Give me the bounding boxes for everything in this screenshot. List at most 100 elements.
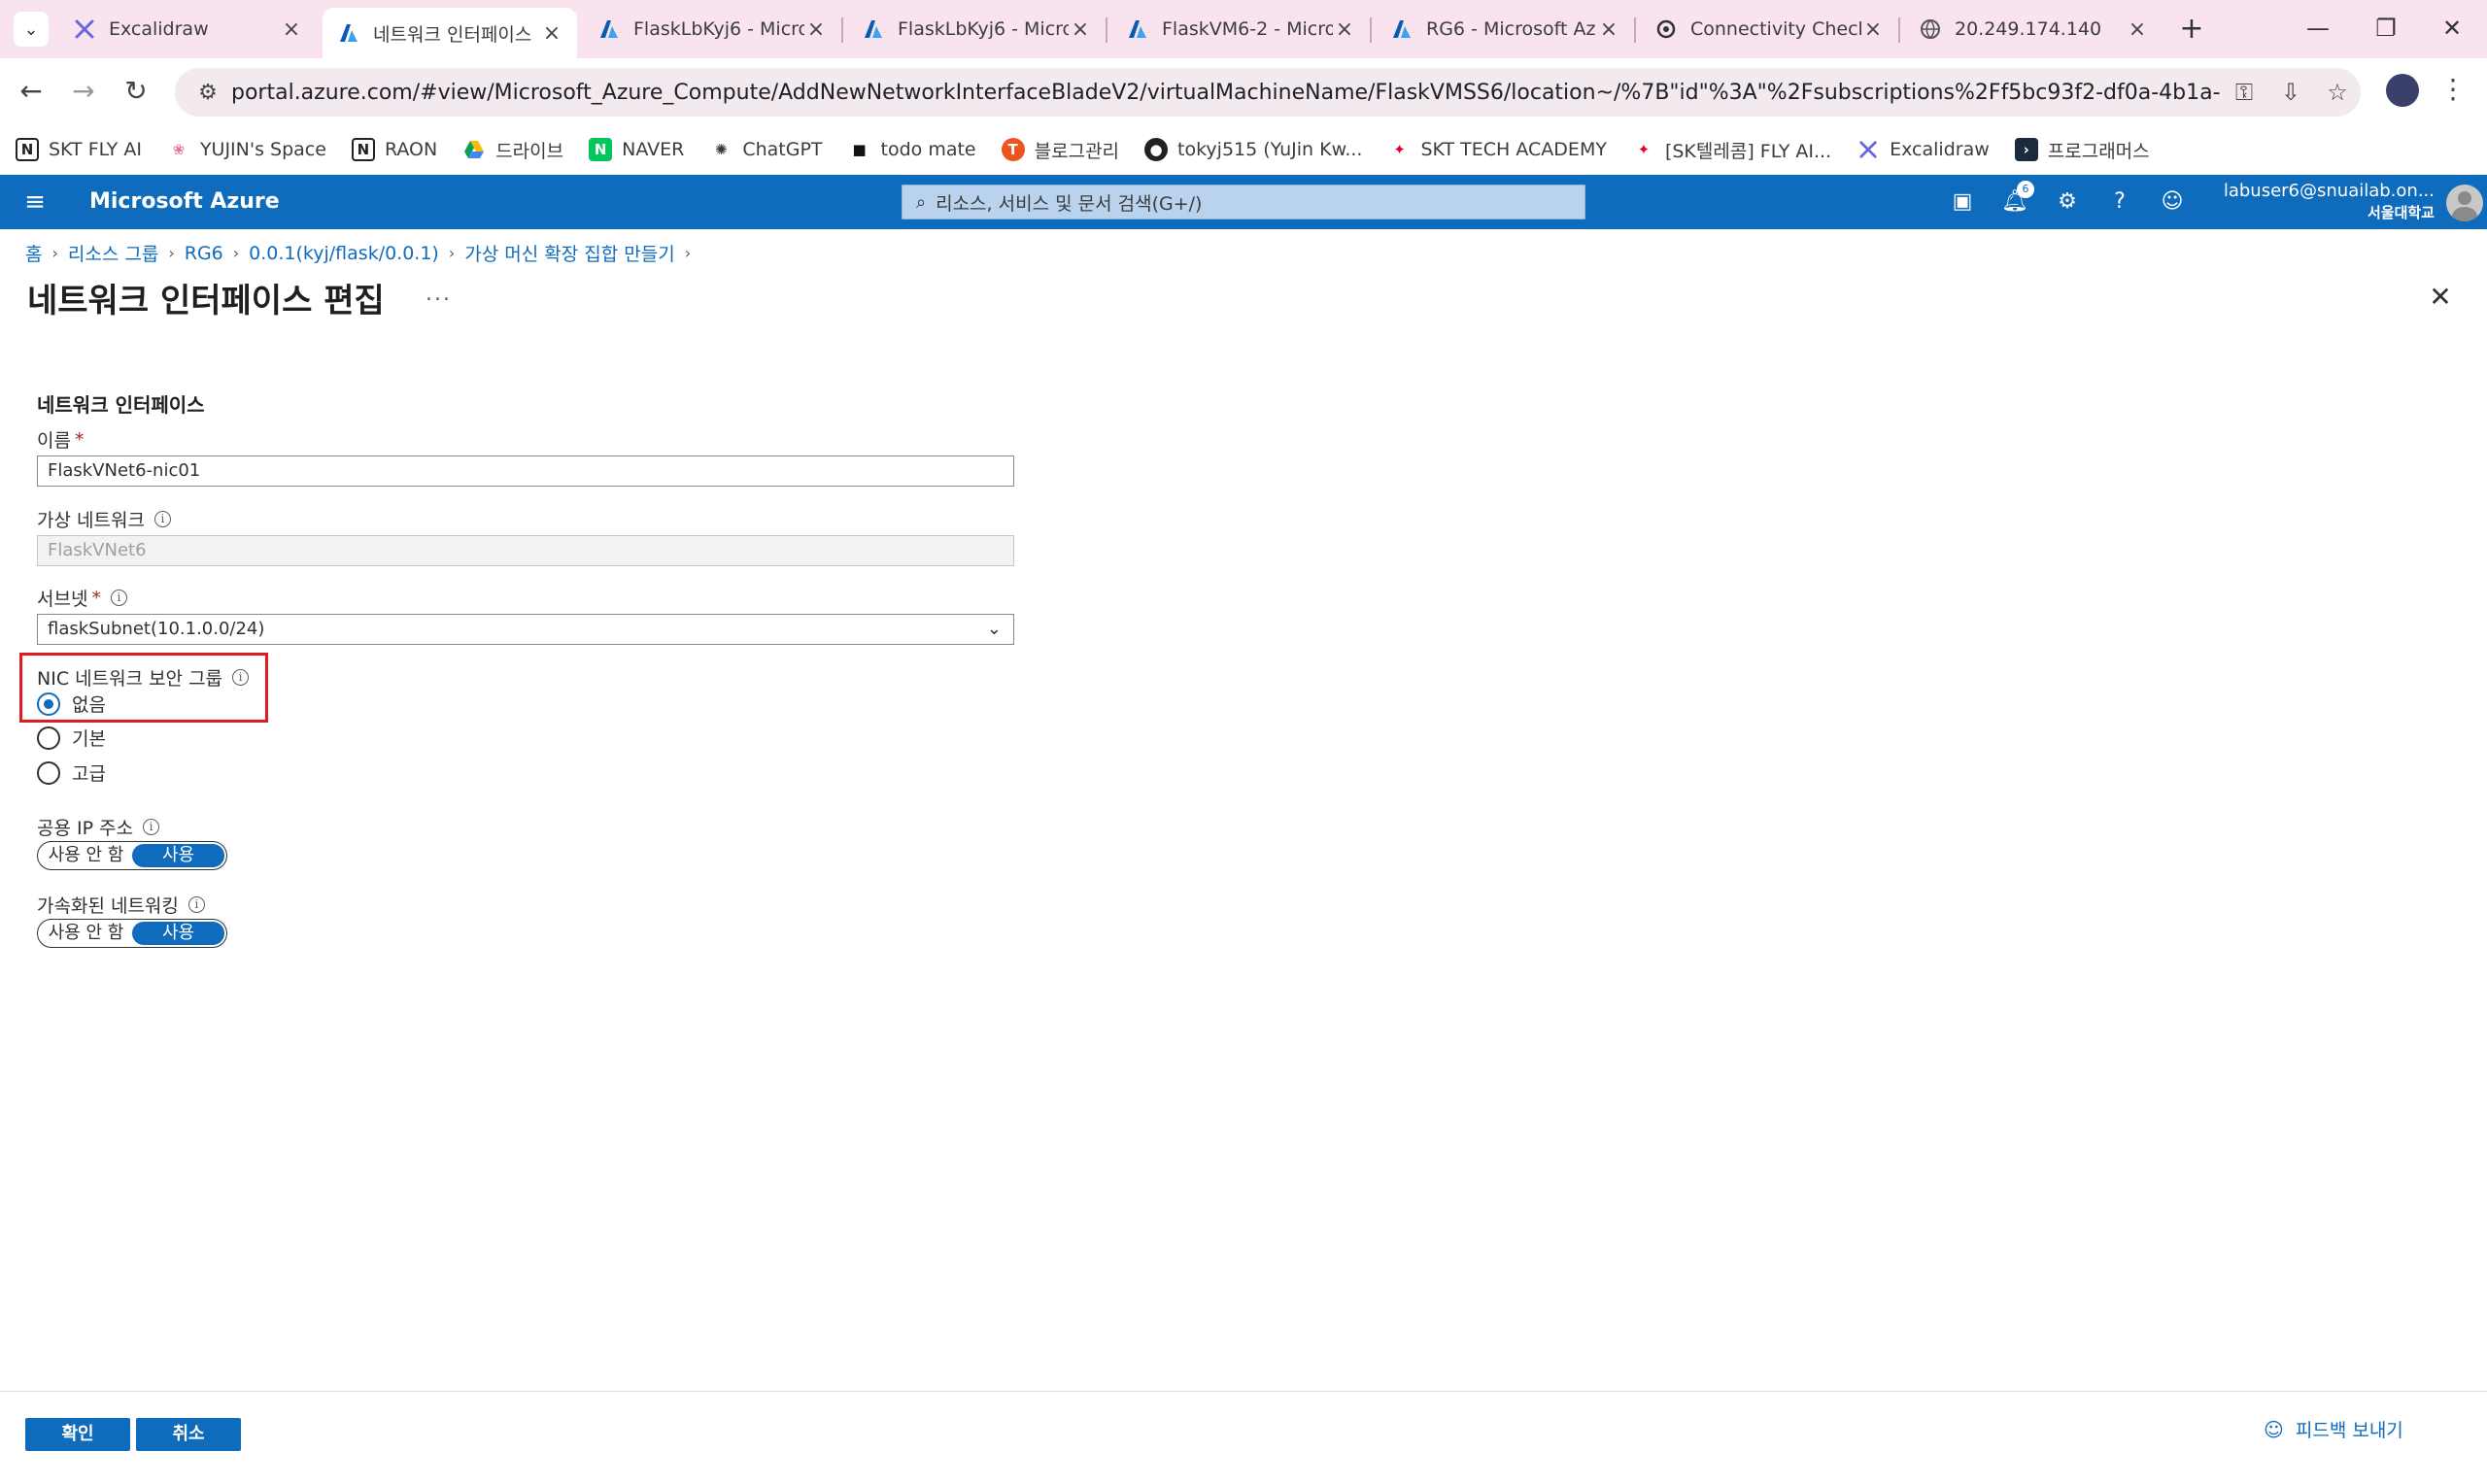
close-icon[interactable]: × (1069, 17, 1092, 42)
browser-tab[interactable]: 20.249.174.140 × (1904, 8, 2163, 51)
bookmark-star-icon[interactable]: ☆ (2314, 79, 2361, 106)
azure-brand[interactable]: Microsoft Azure (89, 175, 280, 229)
bookmark-item[interactable]: Excalidraw (1857, 138, 1990, 161)
help-question-icon[interactable]: ? (2100, 185, 2139, 219)
public-ip-label: 공용 IP 주소 i (37, 814, 160, 840)
skt-icon: ✦ (1393, 141, 1406, 158)
account-avatar-icon[interactable] (2446, 185, 2483, 221)
window-close-icon[interactable]: ✕ (2425, 6, 2479, 51)
close-icon[interactable]: × (540, 21, 563, 46)
nsg-option-advanced[interactable]: 고급 (37, 759, 106, 786)
browser-tab[interactable]: FlaskVM6-2 - Micro × (1111, 8, 1370, 51)
browser-tab[interactable]: Connectivity Check × (1640, 8, 1898, 51)
name-input[interactable]: FlaskVNet6-nic01 (37, 455, 1014, 487)
ok-button[interactable]: 확인 (25, 1418, 130, 1451)
close-blade-icon[interactable]: ✕ (2425, 282, 2456, 313)
radio-button[interactable] (37, 725, 60, 750)
close-icon[interactable]: × (1333, 17, 1356, 42)
forward-arrow-icon[interactable]: → (64, 72, 103, 111)
close-icon[interactable]: × (280, 17, 303, 42)
bookmark-item[interactable]: T 블로그관리 (1001, 137, 1119, 163)
info-icon[interactable]: i (153, 511, 171, 527)
bookmark-item[interactable]: ● tokyj515 (YuJin Kw... (1144, 138, 1362, 161)
azure-icon (336, 20, 361, 46)
public-ip-toggle[interactable]: 사용 안 함 사용 (37, 841, 227, 870)
radio-label: 기본 (72, 728, 106, 750)
bookmark-label: YUJIN's Space (199, 139, 326, 160)
more-options-icon[interactable]: ... (426, 282, 452, 306)
nsg-option-none[interactable]: 없음 (37, 691, 106, 717)
cloud-shell-icon[interactable]: ▣ (1943, 185, 1982, 219)
openai-icon: ✺ (715, 141, 728, 158)
browser-tab[interactable]: FlaskLbKyj6 - Micro × (847, 8, 1106, 51)
account-menu[interactable]: labuser6@snuailab.on... 서울대학교 (2224, 181, 2435, 223)
browser-tab[interactable]: Excalidraw × (58, 8, 317, 51)
back-arrow-icon[interactable]: ← (12, 72, 51, 111)
bookmark-label: RAON (384, 139, 438, 160)
info-icon[interactable]: i (110, 590, 127, 606)
cancel-button[interactable]: 취소 (136, 1418, 241, 1451)
profile-avatar-icon[interactable] (2386, 74, 2419, 107)
bookmark-item[interactable]: N SKT FLY AI (16, 138, 142, 161)
excalidraw-icon (1857, 138, 1880, 161)
info-icon[interactable]: i (143, 819, 160, 835)
password-key-icon[interactable]: ⚿ (2221, 79, 2267, 106)
close-icon[interactable]: × (804, 17, 828, 42)
settings-gear-icon[interactable]: ⚙ (2048, 185, 2087, 219)
feedback-label: 피드백 보내기 (2295, 1420, 2403, 1441)
breadcrumb-create-vmss[interactable]: 가상 머신 확장 집합 만들기 (464, 240, 674, 266)
breadcrumb-rg6[interactable]: RG6 (185, 243, 223, 264)
close-icon[interactable]: × (2126, 17, 2149, 42)
hamburger-menu-icon[interactable]: ≡ (17, 185, 52, 219)
breadcrumb-home[interactable]: 홈 (25, 240, 42, 266)
bookmark-label: SKT FLY AI (49, 139, 142, 160)
subnet-dropdown[interactable]: flaskSubnet(10.1.0.0/24) ⌄ (37, 614, 1014, 645)
nsg-option-basic[interactable]: 기본 (37, 725, 106, 751)
bookmarks-bar: N SKT FLY AI ❀ YUJIN's Space N RAON 드라이브 NN… (0, 124, 2487, 175)
tab-search-chevron-icon[interactable]: ⌄ (14, 12, 49, 47)
info-icon[interactable]: i (187, 896, 205, 913)
restore-icon[interactable]: ❐ (2359, 6, 2413, 51)
bookmark-item[interactable]: › 프로그래머스 (2014, 137, 2150, 163)
browser-menu-icon[interactable]: ⋮ (2438, 70, 2468, 109)
toggle-option-off[interactable]: 사용 안 함 (40, 844, 132, 867)
site-info-icon[interactable]: ⚙ (188, 81, 227, 105)
nsg-label: NIC 네트워크 보안 그룹 i (37, 664, 250, 691)
browser-tab[interactable]: RG6 - Microsoft Azu × (1376, 8, 1634, 51)
bookmark-label: SKT TECH ACADEMY (1420, 139, 1607, 160)
new-tab-plus-icon[interactable]: + (2174, 10, 2209, 49)
send-feedback-link[interactable]: ☺ 피드백 보내기 (2264, 1416, 2403, 1442)
close-icon[interactable]: × (1861, 17, 1885, 42)
bookmark-item[interactable]: ✦ [SK텔레콤] FLY AI... (1632, 137, 1831, 163)
minimize-icon[interactable]: — (2291, 6, 2345, 51)
url-text[interactable]: portal.azure.com/#view/Microsoft_Azure_C… (231, 81, 2221, 105)
notifications-bell-icon[interactable]: 🔔︎ 6 (1995, 181, 2034, 219)
radio-button[interactable] (37, 760, 60, 785)
reload-icon[interactable]: ↻ (117, 72, 155, 111)
bookmark-item[interactable]: ■ todo mate (848, 138, 975, 161)
bookmark-item[interactable]: ✺ ChatGPT (709, 138, 823, 161)
azure-icon (596, 17, 622, 42)
accelerated-networking-toggle[interactable]: 사용 안 함 사용 (37, 919, 227, 948)
accelerated-networking-label-text: 가속화된 네트워킹 (37, 895, 179, 917)
browser-tab-active[interactable]: 네트워크 인터페이스 × (323, 8, 577, 58)
toggle-option-on[interactable]: 사용 (132, 922, 224, 945)
browser-tab[interactable]: FlaskLbKyj6 - Micro × (583, 8, 841, 51)
tab-title: Excalidraw (109, 18, 209, 40)
bookmark-item[interactable]: 드라이브 (462, 137, 563, 163)
feedback-person-icon[interactable]: ☺ (2153, 185, 2192, 219)
breadcrumb-deployment[interactable]: 0.0.1(kyj/flask/0.0.1) (249, 243, 439, 264)
bookmark-item[interactable]: ✦ SKT TECH ACADEMY (1387, 138, 1607, 161)
global-search-input[interactable]: ⌕ 리소스, 서비스 및 문서 검색(G+/) (902, 185, 1585, 219)
address-bar[interactable]: ⚙ portal.azure.com/#view/Microsoft_Azure… (175, 68, 2361, 117)
breadcrumb-resource-groups[interactable]: 리소스 그룹 (68, 240, 158, 266)
install-app-icon[interactable]: ⇩ (2267, 79, 2314, 106)
bookmark-item[interactable]: ❀ YUJIN's Space (167, 138, 326, 161)
toggle-option-off[interactable]: 사용 안 함 (40, 922, 132, 945)
toggle-option-on[interactable]: 사용 (132, 844, 224, 867)
close-icon[interactable]: × (1597, 17, 1620, 42)
bookmark-item[interactable]: N RAON (351, 138, 438, 161)
info-icon[interactable]: i (232, 669, 250, 686)
bookmark-item[interactable]: N NAVER (589, 138, 684, 161)
radio-button-checked[interactable] (37, 691, 60, 716)
